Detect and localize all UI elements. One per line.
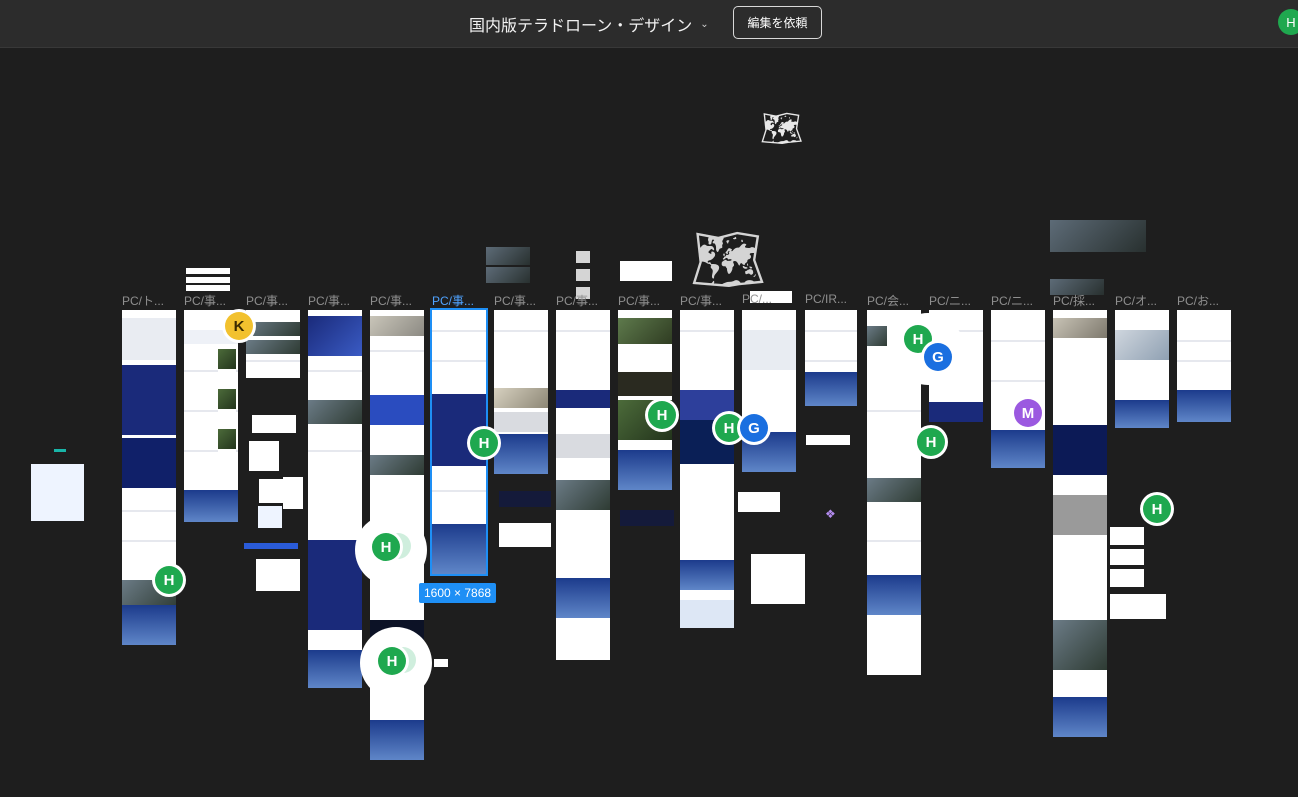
world-map-icon[interactable]: 🗺: [760, 109, 803, 149]
small-frame[interactable]: [1110, 569, 1144, 587]
frame-pc-news-2[interactable]: [991, 310, 1045, 468]
frame-pc-contact[interactable]: [1177, 310, 1231, 422]
collaborator-cursor-m[interactable]: M: [1014, 399, 1042, 427]
frame-label[interactable]: PC/オ...: [1115, 292, 1157, 309]
forest-thumbnail[interactable]: [249, 441, 279, 471]
small-frame[interactable]: [186, 285, 230, 291]
frame-pc-business-2b[interactable]: [218, 349, 236, 471]
vehicle-thumbnail[interactable]: [486, 267, 530, 283]
frame-label[interactable]: PC/事...: [556, 292, 598, 309]
collaborator-cursor-g[interactable]: G: [740, 414, 768, 442]
small-frame[interactable]: [186, 277, 230, 283]
request-edit-button[interactable]: 編集を依頼: [733, 6, 822, 39]
vehicle-thumbnail[interactable]: [486, 247, 530, 265]
small-frame[interactable]: [252, 415, 296, 433]
collaborator-cursor-h[interactable]: H: [648, 401, 676, 429]
frame-label[interactable]: PC/事...: [246, 292, 288, 309]
blue-bar: [244, 543, 298, 549]
frame-label[interactable]: PC/事...: [680, 292, 722, 309]
frame-pc-business-6[interactable]: [494, 310, 548, 474]
frame-label[interactable]: PC/事...: [370, 292, 412, 309]
collaborator-cursor-h[interactable]: H: [470, 429, 498, 457]
small-frame[interactable]: [499, 523, 551, 547]
frame-pc-business-9[interactable]: [680, 310, 734, 628]
frame-label[interactable]: PC/ト...: [122, 292, 164, 309]
chevron-down-icon: ⌄: [700, 18, 709, 30]
loose-frame[interactable]: [31, 464, 84, 521]
file-title-dropdown[interactable]: 国内版テラドローン・デザイン ⌄: [469, 12, 709, 36]
frame-label[interactable]: PC/ニ...: [991, 292, 1033, 309]
dark-frame[interactable]: [499, 491, 551, 507]
frame-label[interactable]: PC/事...: [184, 292, 226, 309]
small-frame[interactable]: [620, 261, 672, 281]
group-photo-thumbnail[interactable]: [1050, 220, 1146, 252]
collaborator-cursor-h[interactable]: H: [155, 566, 183, 594]
frame-label[interactable]: PC/会...: [867, 292, 909, 309]
small-frame[interactable]: [576, 269, 590, 281]
small-frame[interactable]: [1110, 527, 1144, 545]
frame-label[interactable]: PC/事...: [432, 292, 474, 309]
small-frame[interactable]: [751, 554, 805, 604]
world-map-large-icon[interactable]: 🗺: [690, 224, 766, 295]
small-frame[interactable]: [186, 268, 230, 274]
loose-accent-bar: [54, 449, 66, 452]
frame-pc-misc[interactable]: [742, 310, 796, 472]
collaborator-cursor-k[interactable]: K: [225, 312, 253, 340]
forest-thumbnail[interactable]: [259, 479, 285, 503]
small-frame[interactable]: [283, 477, 303, 509]
frame-label[interactable]: PC/採...: [1053, 292, 1095, 309]
frame-label[interactable]: PC/ニ...: [929, 292, 971, 309]
current-user-avatar[interactable]: H: [1278, 9, 1298, 35]
top-toolbar: 国内版テラドローン・デザイン ⌄ 編集を依頼 H: [0, 0, 1298, 48]
frame-label[interactable]: PC/...: [742, 292, 772, 306]
collaborator-cursor-h[interactable]: H: [715, 414, 743, 442]
dark-frame[interactable]: [620, 510, 674, 526]
file-title: 国内版テラドローン・デザイン: [469, 16, 693, 35]
small-frame[interactable]: [1110, 594, 1166, 619]
frame-pc-business-2[interactable]: [246, 310, 300, 378]
forest-thumbnail[interactable]: [256, 559, 300, 591]
collaborator-cursor-h[interactable]: H: [372, 533, 400, 561]
small-frame[interactable]: [434, 659, 448, 667]
collaborator-cursor-h[interactable]: H: [1143, 495, 1171, 523]
frame-label[interactable]: PC/事...: [308, 292, 350, 309]
frame-pc-recruit[interactable]: [1053, 310, 1107, 737]
small-frame[interactable]: [1110, 549, 1144, 565]
frame-pc-other[interactable]: [1115, 310, 1169, 428]
small-frame[interactable]: [576, 251, 590, 263]
small-frame[interactable]: [806, 435, 850, 445]
collaborator-cursor-h[interactable]: H: [378, 647, 406, 675]
frame-pc-ir[interactable]: [805, 310, 857, 406]
collaborator-cursor-g[interactable]: G: [924, 343, 952, 371]
selection-size-badge: 1600 × 7868: [419, 583, 497, 603]
frame-pc-top[interactable]: [122, 310, 176, 645]
frame-label[interactable]: PC/事...: [494, 292, 536, 309]
frame-pc-business-3[interactable]: [308, 310, 362, 688]
design-canvas[interactable]: 🗺 🗺 ❖ PC/ト... PC/事... PC/事... PC/事... PC…: [0, 49, 1298, 797]
diamond-icon: ❖: [825, 507, 836, 521]
frame-pc-business-7[interactable]: [556, 310, 610, 660]
frame-label[interactable]: PC/事...: [618, 292, 660, 309]
frame-label[interactable]: PC/IR...: [805, 292, 847, 306]
collaborator-cursor-h[interactable]: H: [917, 428, 945, 456]
small-frame[interactable]: [738, 492, 780, 512]
frame-label[interactable]: PC/お...: [1177, 292, 1219, 309]
diagram-frame[interactable]: [258, 506, 282, 528]
frame-pc-business-8[interactable]: [618, 310, 672, 490]
